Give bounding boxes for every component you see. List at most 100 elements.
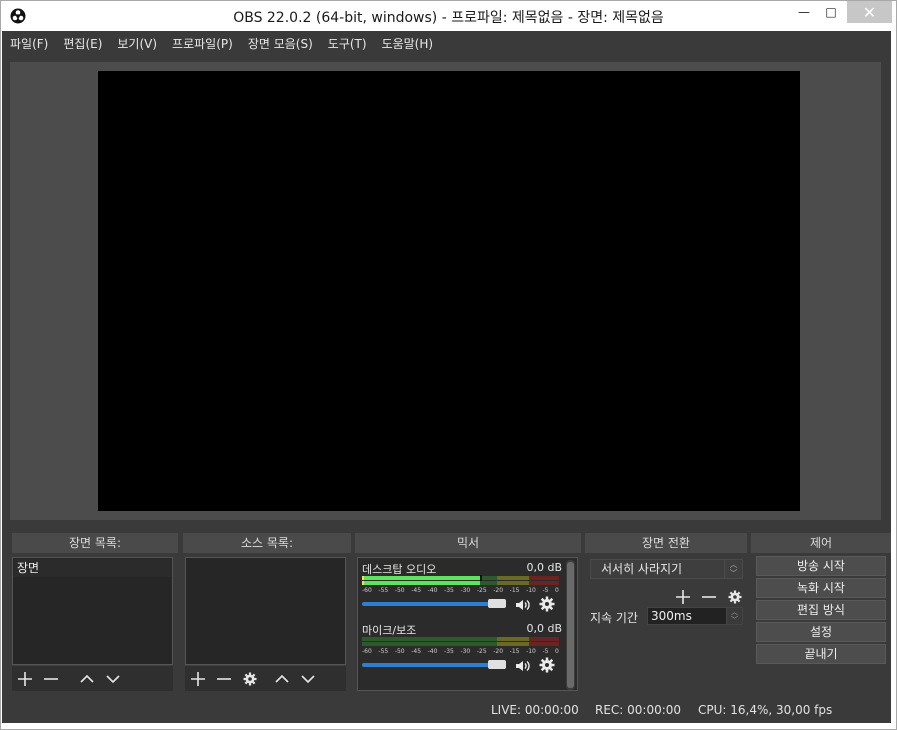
meter-tick-label: -30 [460,587,471,594]
maximize-button[interactable]: □ [816,1,846,23]
exit-button[interactable]: 끝내기 [756,644,886,664]
menu-scene-collection[interactable]: 장면 모음(S) [248,35,313,52]
rec-timer: REC: 00:00:00 [595,703,682,717]
cpu-fps-readout: CPU: 16,4%, 30,00 fps [698,703,833,717]
gear-icon[interactable] [538,656,556,674]
move-scene-up-button[interactable] [74,666,100,692]
channel-name: 데스크탑 오디오 [362,563,437,576]
client-area: 파일(F) 편집(E) 보기(V) 프로파일(P) 장면 모음(S) 도구(T)… [2,31,891,723]
meter-tick-label: -40 [427,587,438,594]
add-source-button[interactable] [185,666,211,692]
meter-tick-label: -35 [444,648,454,655]
start-streaming-button[interactable]: 방송 시작 [756,556,886,576]
transition-selected-value: 서서히 사라지기 [601,562,683,576]
meter-tick-label: -25 [476,648,487,655]
preview-area [10,62,881,520]
volume-meter [362,637,559,641]
menu-edit[interactable]: 편집(E) [63,35,102,52]
meter-level-fill [362,581,480,585]
meter-tick-label: -55 [378,648,389,655]
meter-tick-label: -25 [476,587,487,594]
close-button[interactable]: ✕ [847,1,892,23]
meter-tick-label: -45 [411,648,422,655]
start-recording-button[interactable]: 녹화 시작 [756,578,886,598]
minimize-button[interactable]: — [789,1,819,23]
volume-slider[interactable] [362,660,506,669]
volume-meter-right [362,581,559,585]
audio-mixer: 데스크탑 오디오 0,0 dB -60 -55 -50 -45 -40 -35 -30 -25… [357,557,578,691]
mixer-channel-mic-aux: 마이크/보조 0,0 dB -60 -55 -50 -45 -40 -35 -30 -25 -2… [362,622,562,680]
move-source-up-button[interactable] [269,666,295,692]
mixer-scrollbar[interactable] [566,560,575,690]
chevron-down-icon [301,674,315,683]
move-scene-down-button[interactable] [100,666,126,692]
channel-name: 마이크/보조 [362,624,417,637]
controls-dock-title: 제어 [751,533,891,553]
chevron-up-icon [80,674,94,683]
duration-input[interactable]: 300ms ︿ ﹀ [647,607,743,625]
volume-meter [362,575,559,581]
meter-tick-label: -50 [394,587,405,594]
mixer-dock-title: 믹서 [355,533,581,553]
speaker-icon[interactable] [514,596,532,614]
plus-icon [676,590,690,604]
settings-button[interactable]: 설정 [756,622,886,642]
gear-icon [728,590,742,604]
window-title: OBS 22.0.2 (64-bit, windows) - 프로파일: 제목없… [233,10,664,26]
status-bar: LIVE: 00:00:00 REC: 00:00:00 CPU: 16,4%,… [2,697,891,723]
move-source-down-button[interactable] [295,666,321,692]
speaker-icon[interactable] [514,657,532,675]
gear-icon [243,672,257,685]
volume-slider-handle[interactable] [488,599,506,608]
sources-toolbar [185,665,346,691]
plus-icon [18,671,32,686]
scenes-toolbar [12,665,173,691]
add-scene-button[interactable] [12,666,38,692]
mixer-scrollbar-thumb[interactable] [567,562,574,688]
scenes-list[interactable]: 장면 [12,557,173,665]
menu-bar: 파일(F) 편집(E) 보기(V) 프로파일(P) 장면 모음(S) 도구(T)… [2,31,891,55]
chevron-updown-icon: ︿ ﹀ [724,560,742,578]
duration-label: 지속 기간 [590,611,638,625]
meter-tick-label: -45 [411,587,422,594]
menu-tools[interactable]: 도구(T) [328,35,367,52]
chevron-down-icon [106,674,120,683]
channel-db-readout: 0,0 dB [526,622,562,635]
meter-tick-label: -55 [378,587,389,594]
meter-tick-label: -40 [427,648,438,655]
duration-value: 300ms [651,609,692,623]
menu-profile[interactable]: 프로파일(P) [172,35,233,52]
source-properties-button[interactable] [237,666,263,692]
minus-icon [217,677,231,680]
transitions-dock-title: 장면 전환 [585,533,747,553]
obs-window: OBS 22.0.2 (64-bit, windows) - 프로파일: 제목없… [0,0,897,730]
menu-view[interactable]: 보기(V) [117,35,157,52]
meter-tick-label: -60 [362,587,372,594]
mixer-channel-desktop-audio: 데스크탑 오디오 0,0 dB -60 -55 -50 -45 -40 -35 -30 -25… [362,561,562,619]
sources-list[interactable] [185,557,346,665]
plus-icon [191,671,205,686]
scenes-dock-title: 장면 목록: [12,533,178,553]
volume-slider-handle[interactable] [488,660,506,669]
gear-icon[interactable] [538,595,556,613]
live-timer: LIVE: 00:00:00 [491,703,579,717]
preview-canvas[interactable] [98,71,800,511]
scene-list-item[interactable]: 장면 [14,559,171,577]
volume-meter-right [362,642,559,646]
menu-file[interactable]: 파일(F) [10,35,48,52]
channel-db-readout: 0,0 dB [526,561,562,574]
meter-tick-label: -35 [444,587,454,594]
remove-source-button[interactable] [211,666,237,692]
studio-mode-button[interactable]: 편집 방식 [756,600,886,620]
meter-tick-label: -30 [460,648,471,655]
spin-arrows-icon[interactable]: ︿ ﹀ [726,608,742,624]
minus-icon [44,677,58,680]
menu-help[interactable]: 도움말(H) [382,35,434,52]
sources-dock-title: 소스 목록: [183,533,351,553]
meter-tick-label: -20 [493,648,504,655]
remove-scene-button[interactable] [38,666,64,692]
minus-icon [702,596,716,598]
transition-select[interactable]: 서서히 사라지기 ︿ ﹀ [590,559,743,579]
volume-slider[interactable] [362,599,506,608]
meter-level-fill [362,576,480,580]
